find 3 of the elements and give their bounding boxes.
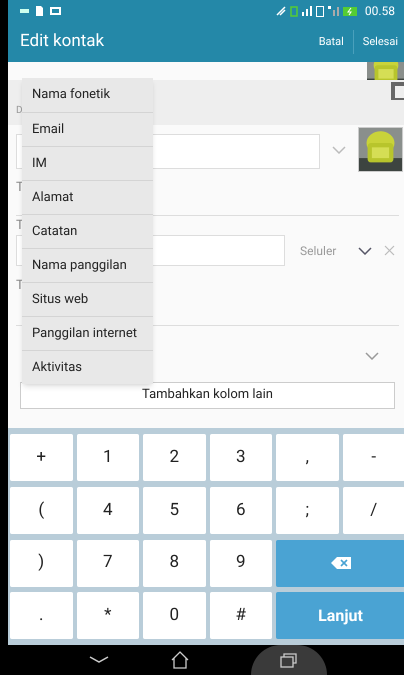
clock: 00.58 xyxy=(364,3,395,20)
screen-title: Edit kontak xyxy=(20,30,106,54)
name-subtitle: D xyxy=(16,105,23,118)
